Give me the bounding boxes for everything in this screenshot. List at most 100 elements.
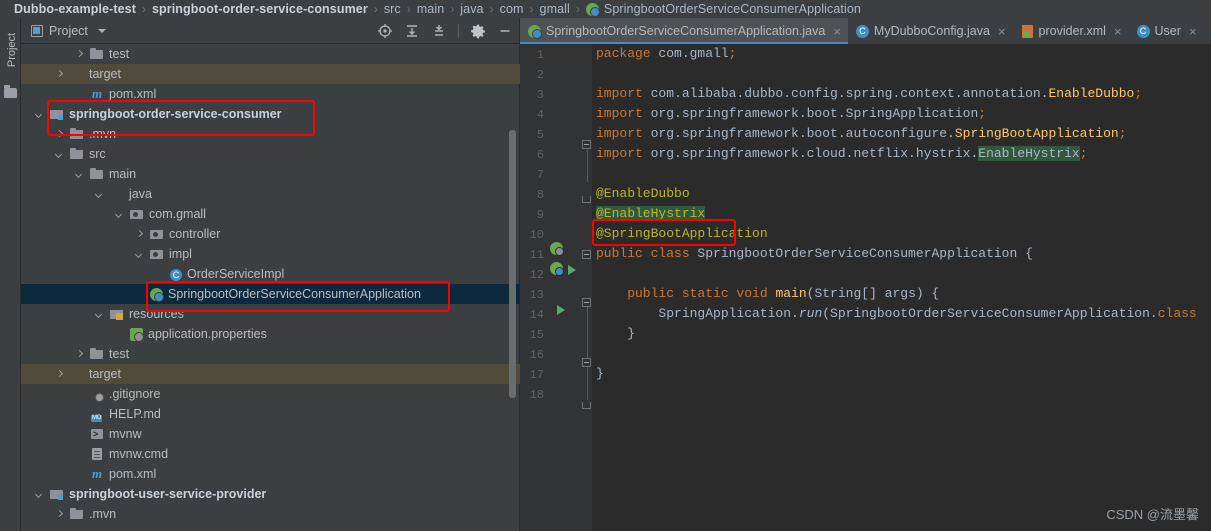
line-number: 5 [536, 128, 544, 142]
tree-row[interactable]: SpringbootOrderServiceConsumerApplicatio… [21, 284, 520, 304]
code-folding-column[interactable] [582, 44, 593, 531]
code-editor[interactable]: 1 2 3 4 5 6 7 8 9 10 11 12 13 14 15 16 17 18 package com.… [520, 44, 1211, 531]
fold-collapse-icon[interactable] [582, 358, 591, 367]
java-class-icon: C [1136, 24, 1150, 38]
run-arrow-icon[interactable] [568, 265, 576, 275]
tree-row[interactable]: HELP.md [21, 404, 520, 424]
line-number: 10 [529, 228, 544, 242]
tree-row-label: application.properties [148, 327, 267, 341]
project-tree[interactable]: test target m pom.xml springboot-order-servi… [21, 44, 520, 531]
tree-row[interactable]: resources [21, 304, 520, 324]
tree-row[interactable]: mvnw.cmd [21, 444, 520, 464]
spring-boot-class-icon [585, 2, 600, 17]
breadcrumb-separator: › [575, 2, 580, 16]
chevron-down-icon[interactable] [97, 28, 106, 33]
editor-tab[interactable]: provider.xml × [1013, 18, 1129, 44]
fold-collapse-icon[interactable] [582, 298, 591, 307]
tree-row[interactable]: .mvn [21, 504, 520, 524]
chevron-down-icon[interactable] [135, 250, 144, 259]
code-token: SpringApplication [845, 106, 979, 121]
chevron-right-icon[interactable] [135, 230, 144, 239]
java-class-icon: C [855, 24, 869, 38]
breadcrumb-item-project[interactable]: Dubbo-example-test [14, 2, 136, 16]
tree-row[interactable]: application.properties [21, 324, 520, 344]
chevron-right-icon[interactable] [55, 70, 64, 79]
close-icon[interactable]: × [998, 25, 1006, 38]
tree-row[interactable]: test [21, 44, 520, 64]
chevron-down-icon[interactable] [95, 190, 104, 199]
code-token: public class [596, 246, 698, 261]
breadcrumb-item-src[interactable]: src [384, 2, 401, 16]
code-content[interactable]: package com.gmall; import com.alibaba.dub… [596, 44, 1211, 531]
chevron-down-icon[interactable] [35, 110, 44, 119]
editor-tab-label: User [1154, 24, 1181, 38]
close-icon[interactable]: × [833, 25, 841, 38]
breadcrumb-item-gmall[interactable]: gmall [540, 2, 570, 16]
tree-row[interactable]: test [21, 344, 520, 364]
tree-row[interactable]: .mvn [21, 124, 520, 144]
chevron-right-icon[interactable] [75, 350, 84, 359]
breadcrumb: Dubbo-example-test › springboot-order-se… [0, 0, 1211, 18]
tree-row[interactable]: springboot-user-service-provider [21, 484, 520, 504]
spring-boot-class-icon[interactable] [550, 262, 564, 276]
spring-bean-icon[interactable] [550, 242, 564, 256]
locate-in-tree-icon[interactable] [377, 23, 393, 39]
chevron-down-icon[interactable] [115, 210, 124, 219]
tree-row[interactable]: target [21, 364, 520, 384]
collapse-all-icon[interactable] [431, 23, 447, 39]
tree-row[interactable]: com.gmall [21, 204, 520, 224]
code-token: public static void [596, 286, 776, 301]
tree-row[interactable]: m pom.xml [21, 84, 520, 104]
breadcrumb-item-java[interactable]: java [460, 2, 483, 16]
close-icon[interactable]: × [1114, 25, 1122, 38]
breadcrumb-item-main[interactable]: main [417, 2, 445, 16]
code-token: @SpringBootApplication [596, 226, 768, 241]
editor-tab[interactable]: SpringbootOrderServiceConsumerApplicatio… [520, 18, 848, 44]
project-tool-button[interactable]: Project [6, 22, 18, 78]
tree-row[interactable]: src [21, 144, 520, 164]
tree-row-label: main [109, 167, 137, 181]
chevron-down-icon[interactable] [35, 490, 44, 499]
breadcrumb-separator: › [450, 2, 455, 16]
tree-row[interactable]: target [21, 64, 520, 84]
tree-row[interactable]: controller [21, 224, 520, 244]
expand-all-icon[interactable] [404, 23, 420, 39]
hide-panel-icon[interactable] [497, 23, 513, 39]
editor-tab[interactable]: C User × [1129, 18, 1204, 44]
file-icon [90, 447, 104, 461]
chevron-down-icon[interactable] [95, 310, 104, 319]
breadcrumb-separator: › [141, 2, 146, 16]
tree-row[interactable]: java [21, 184, 520, 204]
editor-tab[interactable]: C MyDubboConfig.java × [848, 18, 1013, 44]
breadcrumb-item-module[interactable]: springboot-order-service-consumer [152, 2, 368, 16]
line-number: 3 [536, 88, 544, 102]
fold-collapse-icon[interactable] [582, 250, 591, 259]
code-token: ; [728, 46, 737, 61]
fold-collapse-icon[interactable] [582, 140, 591, 149]
project-panel-header[interactable]: Project [31, 24, 106, 38]
tree-row[interactable]: .gitignore [21, 384, 520, 404]
chevron-right-icon[interactable] [55, 510, 64, 519]
close-icon[interactable]: × [1189, 25, 1197, 38]
tree-row[interactable]: main [21, 164, 520, 184]
breadcrumb-item-com[interactable]: com [500, 2, 524, 16]
breadcrumb-item-class[interactable]: SpringbootOrderServiceConsumerApplicatio… [604, 2, 861, 16]
chevron-down-icon[interactable] [55, 150, 64, 159]
tree-row[interactable]: mvnw [21, 424, 520, 444]
tree-row[interactable]: m pom.xml [21, 464, 520, 484]
tree-row[interactable]: springboot-order-service-consumer [21, 104, 520, 124]
line-number: 6 [536, 148, 544, 162]
tree-row[interactable]: C OrderServiceImpl [21, 264, 520, 284]
tree-row[interactable]: impl [21, 244, 520, 264]
line-number: 15 [529, 328, 544, 342]
chevron-right-icon[interactable] [55, 370, 64, 379]
settings-gear-icon[interactable] [470, 23, 486, 39]
chevron-right-icon[interactable] [55, 130, 64, 139]
project-tree-scrollbar[interactable] [509, 130, 516, 398]
code-token: EnableDubbo [1048, 86, 1135, 101]
run-arrow-icon[interactable] [557, 305, 565, 315]
chevron-down-icon[interactable] [75, 170, 84, 179]
chevron-right-icon[interactable] [75, 50, 84, 59]
line-number: 18 [529, 388, 544, 402]
